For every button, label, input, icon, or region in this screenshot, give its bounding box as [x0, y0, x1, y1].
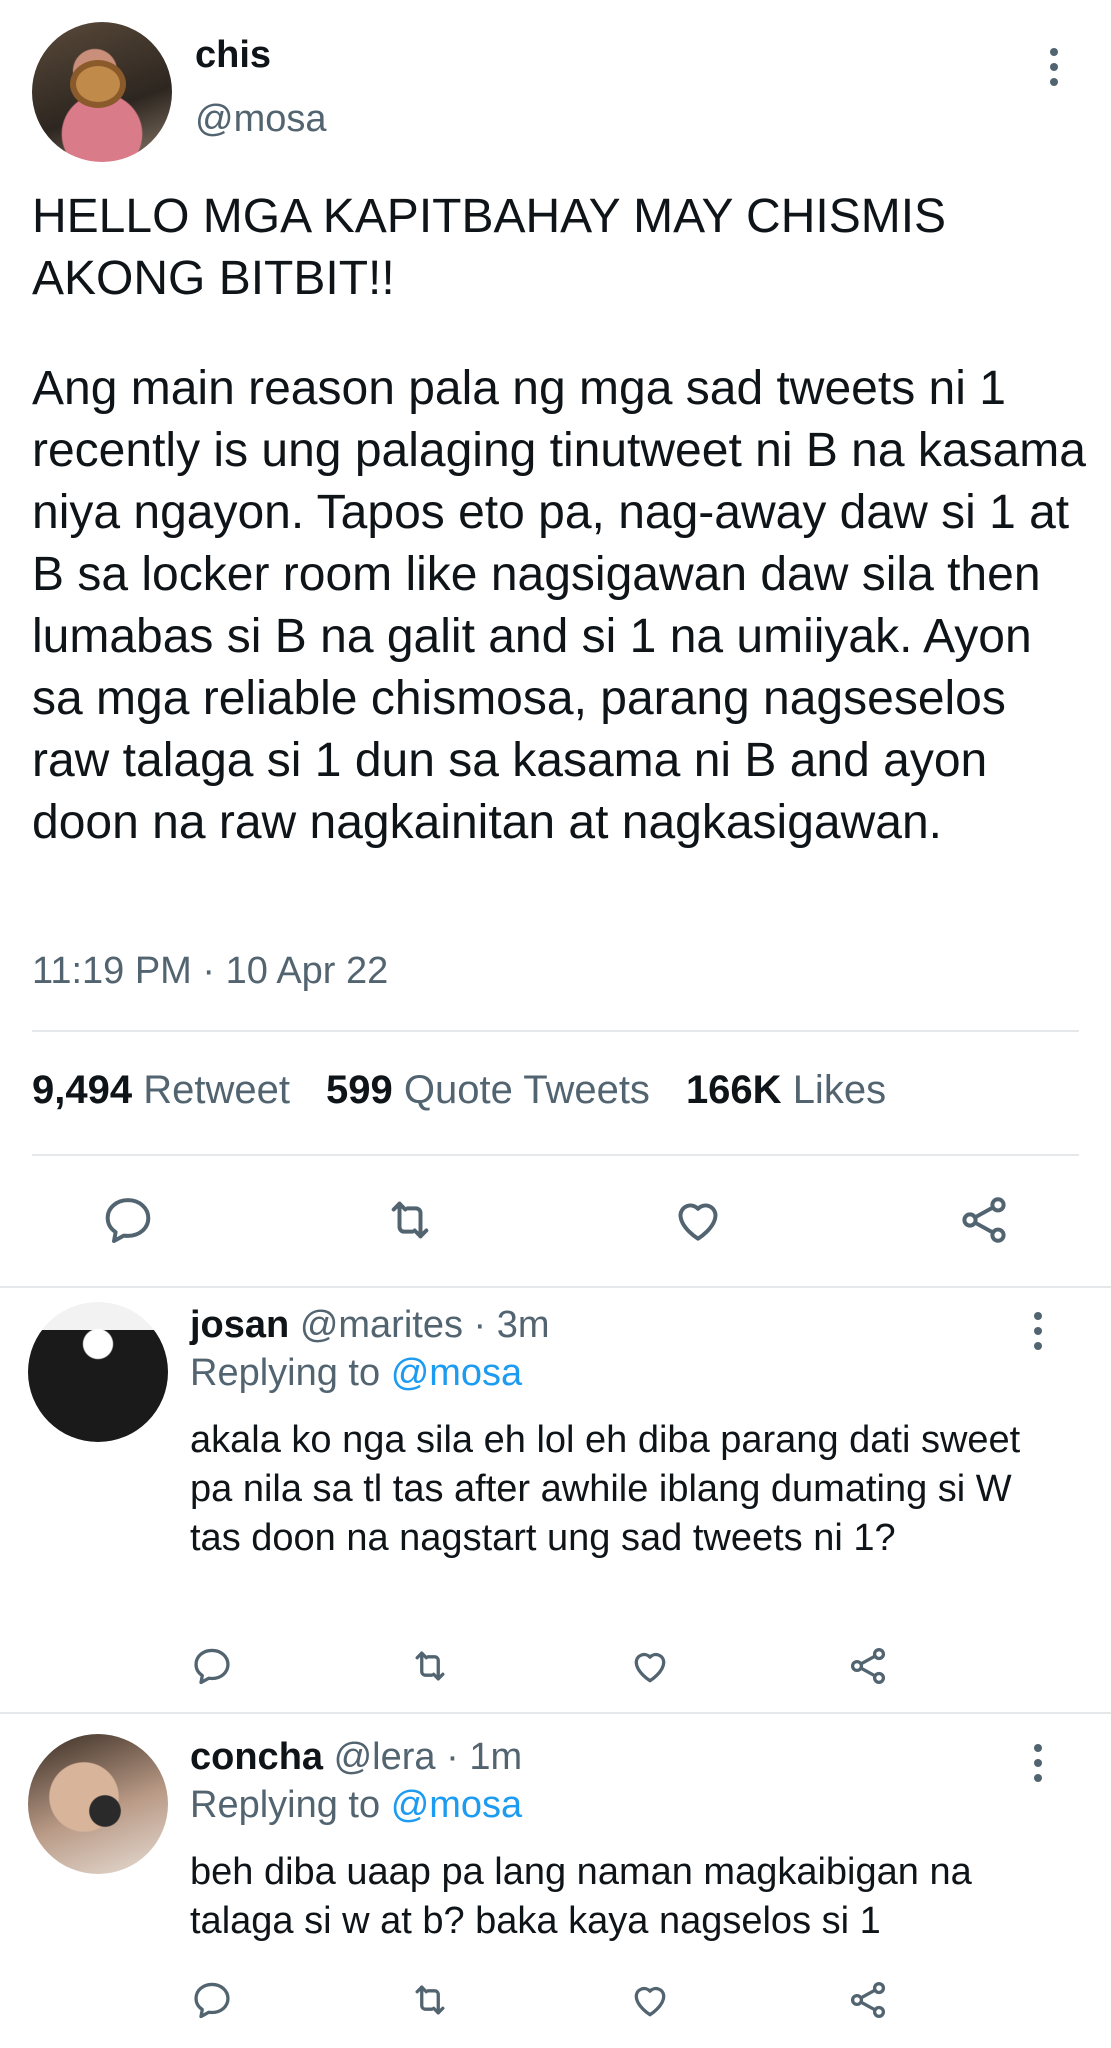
- retweet-count: 9,494: [32, 1068, 133, 1112]
- reply-author-name[interactable]: concha: [190, 1736, 323, 1778]
- reply-mention-link[interactable]: @mosa: [391, 1784, 523, 1826]
- likes-label: Likes: [792, 1068, 887, 1112]
- divider: [32, 1154, 1079, 1156]
- reply-author-meta[interactable]: @lera · 1m: [334, 1736, 523, 1778]
- quote-label: Quote Tweets: [403, 1068, 650, 1112]
- retweet-icon[interactable]: [408, 1644, 452, 1688]
- author-name[interactable]: chis: [195, 34, 271, 77]
- reply-more-options-icon[interactable]: [1032, 1744, 1044, 1782]
- reply-icon[interactable]: [190, 1978, 234, 2022]
- reply-avatar[interactable]: [28, 1734, 168, 1874]
- reply-separator: [0, 1712, 1111, 1714]
- share-icon[interactable]: [846, 1644, 890, 1688]
- reply-separator: [0, 1286, 1111, 1288]
- replying-prefix: Replying to: [190, 1784, 381, 1826]
- retweet-icon[interactable]: [408, 1978, 452, 2022]
- replying-prefix: Replying to: [190, 1352, 381, 1394]
- reply-author-name[interactable]: josan: [190, 1304, 289, 1346]
- like-heart-icon[interactable]: [670, 1192, 726, 1248]
- author-avatar[interactable]: [32, 22, 172, 162]
- reply-author-meta[interactable]: @marites · 3m: [300, 1304, 550, 1346]
- replying-to-line: Replying to @mosa: [190, 1784, 522, 1827]
- reply-icon[interactable]: [190, 1644, 234, 1688]
- retweet-stat[interactable]: 9,494 Retweet: [32, 1068, 290, 1113]
- reply-icon[interactable]: [100, 1192, 156, 1248]
- share-icon[interactable]: [846, 1978, 890, 2022]
- like-heart-icon[interactable]: [628, 1644, 672, 1688]
- retweet-label: Retweet: [143, 1068, 290, 1112]
- like-heart-icon[interactable]: [628, 1978, 672, 2022]
- tweet-body: Ang main reason pala ng mga sad tweets n…: [32, 362, 1086, 849]
- tweet-timestamp[interactable]: 11:19 PM · 10 Apr 22: [32, 950, 388, 993]
- reply-header: concha @lera · 1m: [190, 1736, 522, 1779]
- reply-text: beh diba uaap pa lang naman magkaibigan …: [190, 1851, 972, 1942]
- divider: [32, 1030, 1079, 1032]
- reply-more-options-icon[interactable]: [1032, 1312, 1044, 1350]
- tweet-stats: 9,494 Retweet 599 Quote Tweets 166K Like…: [32, 1068, 922, 1113]
- reply-avatar[interactable]: [28, 1302, 168, 1442]
- quote-count: 599: [325, 1068, 393, 1112]
- reply-mention-link[interactable]: @mosa: [391, 1352, 523, 1394]
- replying-to-line: Replying to @mosa: [190, 1352, 522, 1395]
- share-icon[interactable]: [956, 1192, 1012, 1248]
- quote-stat[interactable]: 599 Quote Tweets: [326, 1068, 650, 1113]
- reply-header: josan @marites · 3m: [190, 1304, 550, 1347]
- author-handle[interactable]: @mosa: [195, 98, 327, 141]
- likes-count: 166K: [685, 1068, 782, 1112]
- tweet-headline: HELLO MGA KAPITBAHAY MAY CHISMIS AKONG B…: [32, 190, 947, 305]
- reply-text: akala ko nga sila eh lol eh diba parang …: [190, 1419, 1021, 1559]
- likes-stat[interactable]: 166K Likes: [686, 1068, 886, 1113]
- more-options-icon[interactable]: [1048, 48, 1060, 86]
- retweet-icon[interactable]: [382, 1192, 438, 1248]
